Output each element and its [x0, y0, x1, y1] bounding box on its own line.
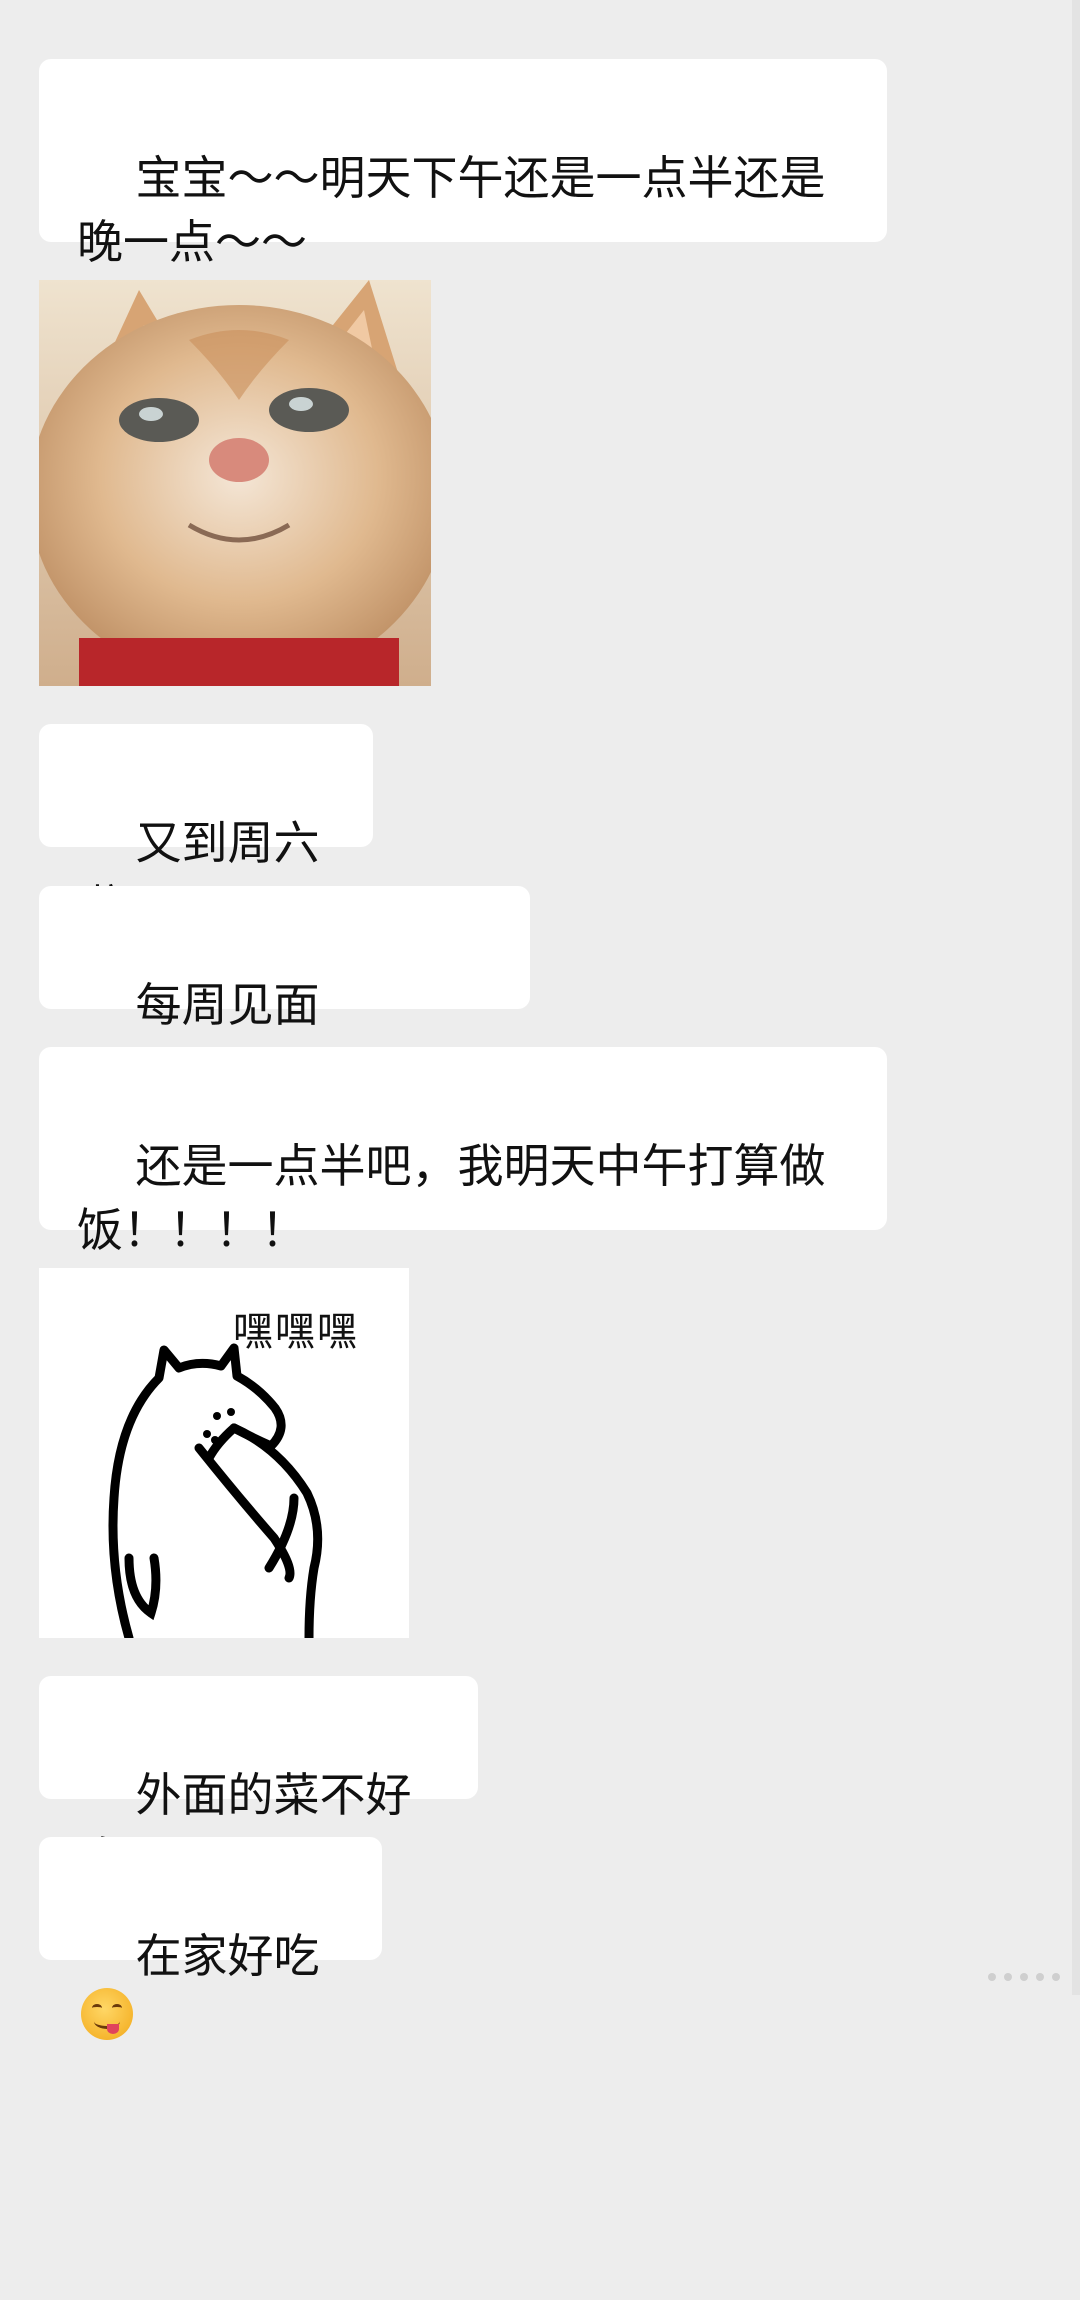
savoring-food-emoji-icon [81, 1988, 133, 2040]
message-bubble[interactable]: 在家好吃 [39, 1837, 382, 2040]
cat-photo-sticker[interactable] [39, 280, 431, 686]
message-bubble[interactable]: 又到周六啦 [39, 724, 373, 934]
message-text: 在家好吃 [135, 1929, 320, 1983]
message-bubble[interactable]: 宝宝～～明天下午还是一点半还是晚一点～～ [39, 59, 887, 269]
message-bubble[interactable]: 还是一点半吧，我明天中午打算做饭！！！！ [39, 1047, 887, 1257]
message-bubble[interactable]: 外面的菜不好吃 [39, 1676, 478, 1886]
scrollbar-track[interactable] [1072, 0, 1080, 1995]
message-text: 还是一点半吧，我明天中午打算做饭！！！！ [77, 1139, 826, 1257]
message-bubble[interactable]: 每周见面日！！！ [39, 886, 530, 1096]
watermark-dots-icon [988, 1973, 1060, 1981]
dog-drawing-sticker[interactable]: 嘿嘿嘿 [39, 1268, 409, 1638]
dog-doodle-icon [108, 1343, 323, 1638]
chat-view: 宝宝～～明天下午还是一点半还是晚一点～～ 又到周六 每周见面 还是一点半吧，我明… [0, 0, 1080, 2040]
message-text: 宝宝～～明天下午还是一点半还是晚一点～～ [77, 151, 826, 269]
cat-face-icon [39, 280, 431, 686]
